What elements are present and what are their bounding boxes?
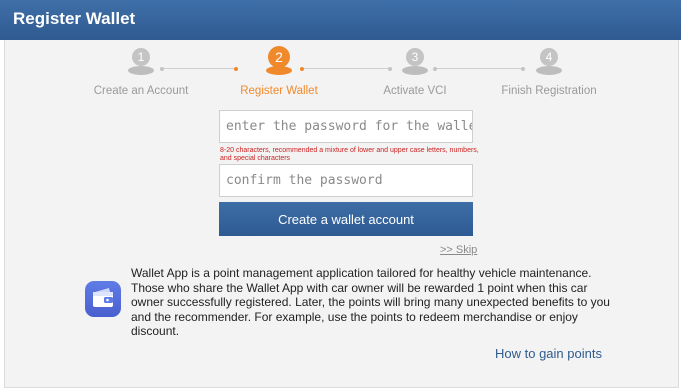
wallet-password-input[interactable]	[219, 110, 473, 143]
step-marker-icon: 3	[399, 48, 431, 80]
confirm-password-input[interactable]	[219, 164, 473, 197]
wallet-icon	[85, 281, 121, 317]
step-label: Create an Account	[93, 85, 189, 97]
create-wallet-account-button[interactable]: Create a wallet account	[219, 202, 473, 236]
step-activate-vci: 3 Activate VCI	[350, 48, 480, 97]
window-title: Register Wallet	[13, 9, 136, 28]
step-create-account: 1 Create an Account	[76, 48, 206, 97]
step-marker-icon: 2	[263, 46, 295, 80]
step-label: Activate VCI	[383, 85, 447, 97]
step-marker-icon: 4	[533, 48, 565, 80]
content-area: 1 Create an Account 2 Register Wallet 3 …	[4, 40, 679, 388]
wallet-app-description: Wallet App is a point management applica…	[131, 266, 610, 338]
step-marker-icon: 1	[125, 48, 157, 80]
step-label: Register Wallet	[240, 85, 318, 97]
step-finish-registration: 4 Finish Registration	[484, 48, 614, 97]
step-register-wallet: 2 Register Wallet	[214, 46, 344, 97]
title-bar: Register Wallet	[0, 0, 681, 40]
skip-link[interactable]: >> Skip	[440, 244, 477, 256]
password-hint: 8-20 characters, recommended a mixture o…	[220, 147, 479, 162]
register-wallet-window: Register Wallet 1 Create an Account 2 Re…	[0, 0, 681, 391]
how-to-gain-points-link[interactable]: How to gain points	[495, 346, 602, 361]
step-label: Finish Registration	[501, 85, 597, 97]
